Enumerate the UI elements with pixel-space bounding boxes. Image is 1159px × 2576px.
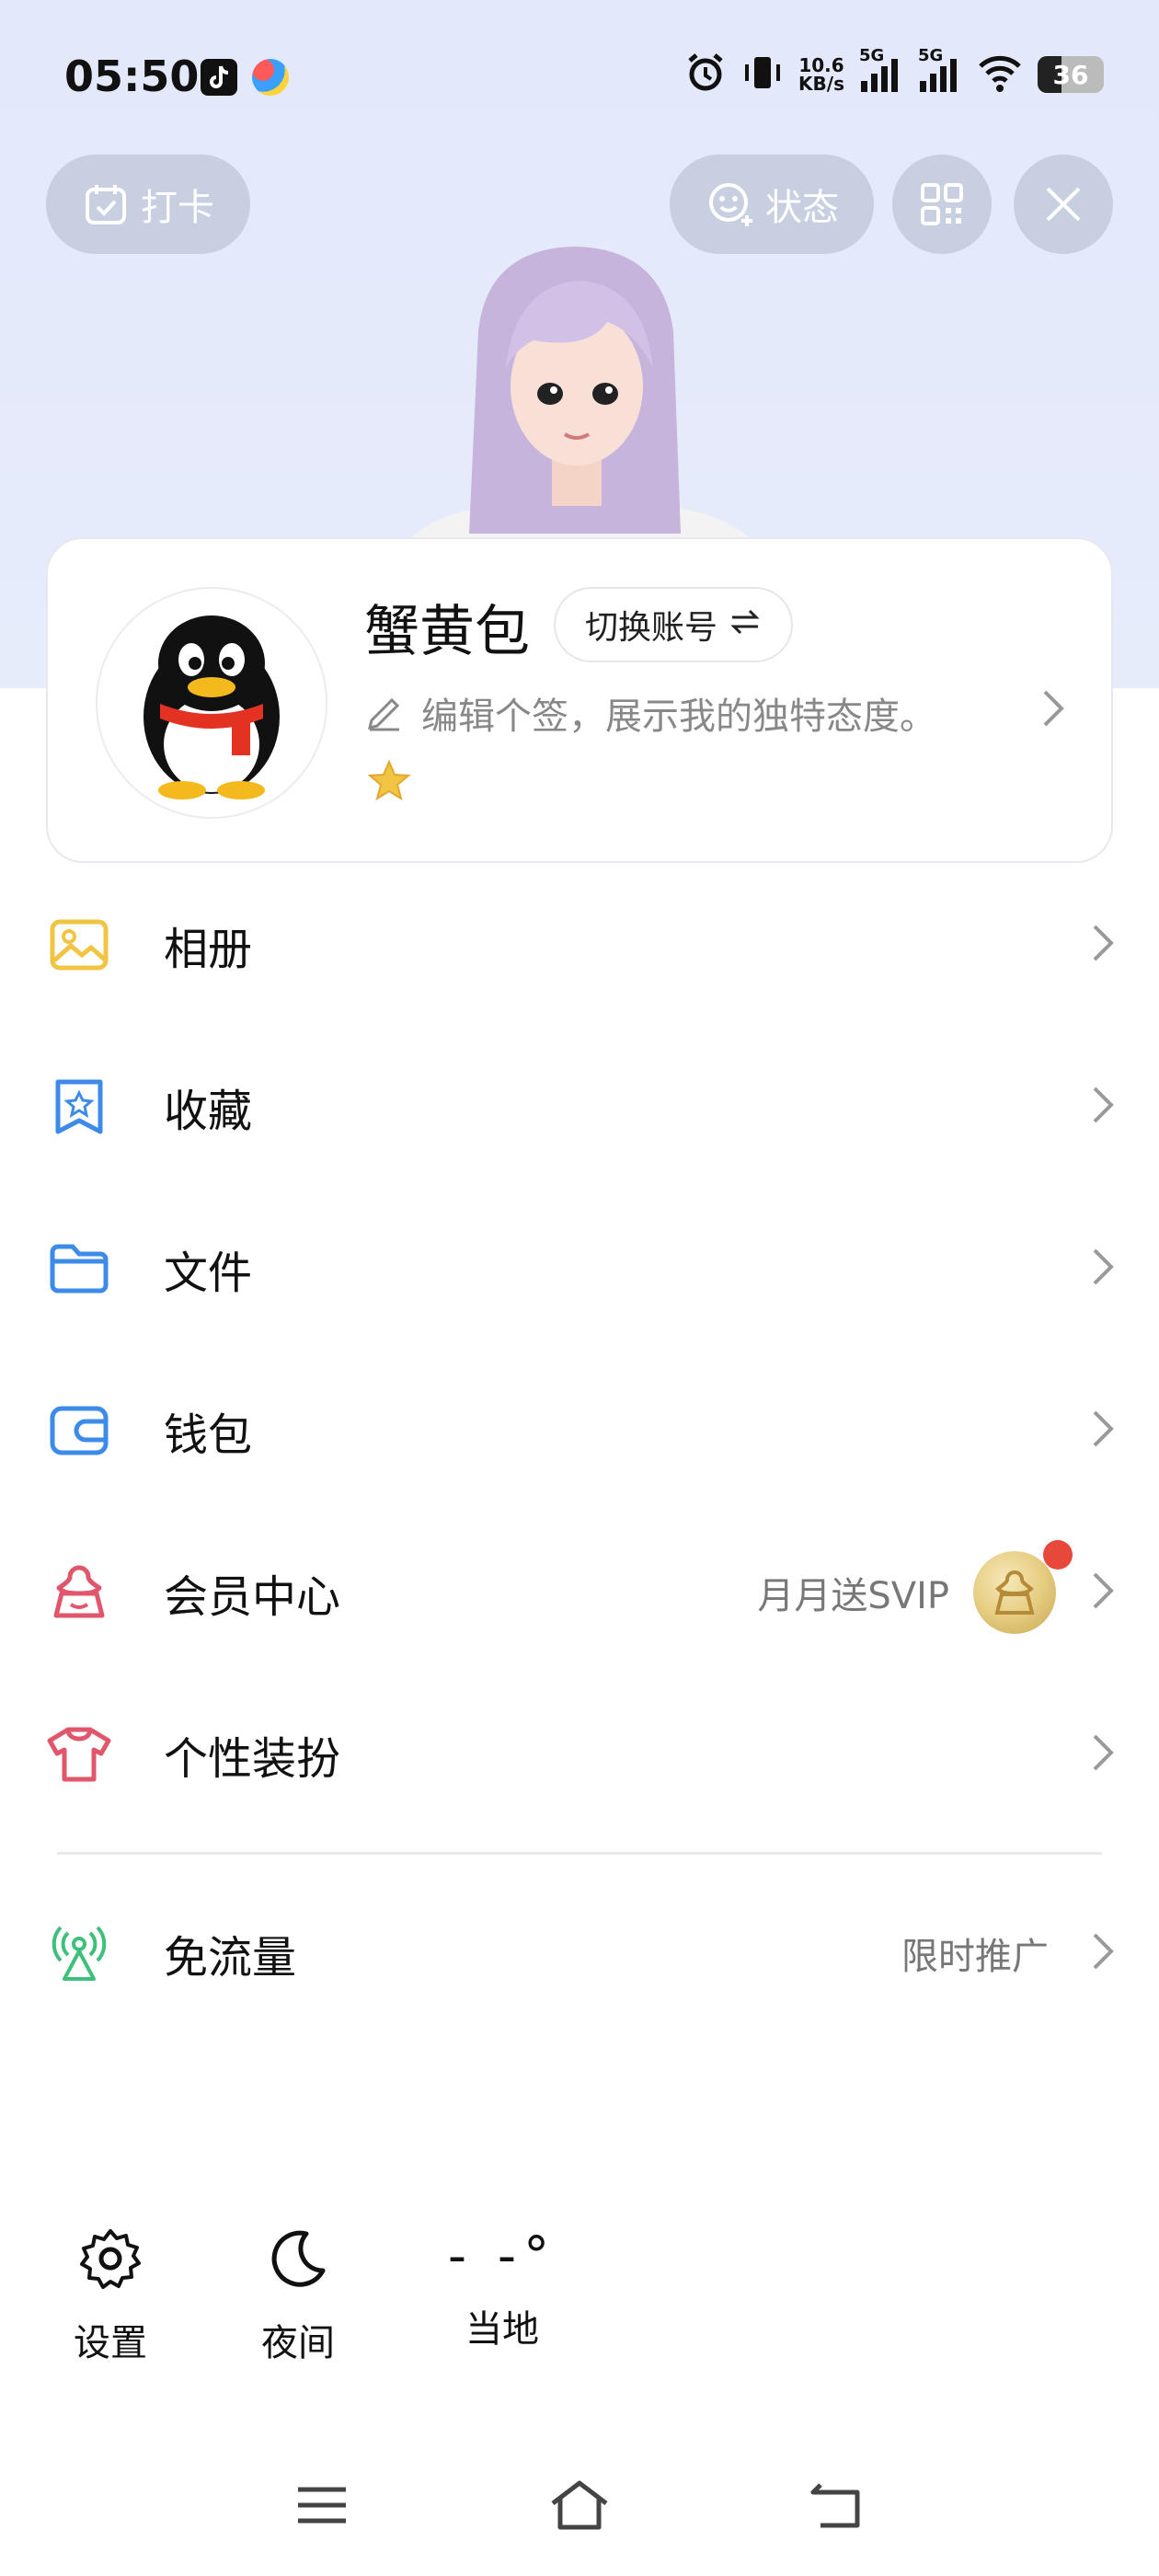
menu-item-personalization[interactable]: 个性装扮	[0, 1695, 1159, 1814]
chevron-right-icon	[1091, 1085, 1115, 1129]
settings-button[interactable]: 设置	[37, 2226, 184, 2366]
star-badge-icon[interactable]	[366, 758, 412, 808]
calendar-check-icon	[82, 180, 130, 228]
alarm-icon	[684, 52, 727, 98]
close-button[interactable]	[1014, 155, 1113, 254]
profile-card[interactable]: 蟹黄包 切换账号 编辑个签，展示我的独特态度。	[46, 537, 1113, 863]
night-mode-label: 夜间	[261, 2322, 335, 2364]
chevron-right-icon	[1091, 923, 1115, 967]
3d-avatar-figure[interactable]	[386, 230, 773, 543]
menu-item-wallet[interactable]: 钱包	[0, 1371, 1159, 1490]
checkin-label: 打卡	[141, 187, 214, 229]
network-speed: 10.6 KB/s	[798, 56, 844, 93]
menu-item-favorites[interactable]: 收藏	[0, 1047, 1159, 1167]
home-nav-button[interactable]	[524, 2466, 635, 2548]
nickname: 蟹黄包	[364, 600, 530, 664]
menu-label-favorites: 收藏	[164, 1086, 253, 1137]
wallet-icon	[46, 1397, 112, 1464]
home-icon	[547, 2478, 612, 2536]
switch-account-button[interactable]: 切换账号	[554, 587, 794, 662]
menu-label-vip-center: 会员中心	[164, 1571, 341, 1623]
menu-item-files[interactable]: 文件	[0, 1209, 1159, 1328]
signature-edit[interactable]: 编辑个签，展示我的独特态度。	[364, 686, 936, 740]
bottom-tools: 设置 夜间 - -° 当地	[0, 2226, 644, 2383]
smiley-add-icon	[705, 178, 756, 230]
chevron-right-icon	[1091, 1409, 1115, 1453]
switch-account-label: 切换账号	[585, 609, 718, 647]
menu-divider	[57, 1852, 1102, 1855]
qq-penguin-icon	[143, 615, 280, 799]
qr-code-button[interactable]	[892, 155, 992, 254]
menu-item-vip-center[interactable]: 会员中心 月月送SVIP	[0, 1533, 1159, 1652]
menu-item-album[interactable]: 相册	[0, 885, 1159, 1005]
app-notification-icon	[252, 59, 289, 96]
weather-widget[interactable]: - -° 当地	[410, 2226, 594, 2352]
pencil-icon	[364, 691, 405, 735]
sim2-label: 5G	[918, 46, 944, 65]
tshirt-icon	[46, 1721, 112, 1788]
signal-sim2-icon: 5G	[918, 46, 962, 98]
status-label: 状态	[765, 187, 839, 229]
menu-label-album: 相册	[164, 924, 253, 975]
vibrate-icon	[741, 52, 784, 98]
checkin-button[interactable]: 打卡	[46, 155, 250, 254]
moon-icon	[266, 2226, 330, 2294]
menu-label-personalization: 个性装扮	[164, 1733, 341, 1785]
swap-arrows-icon	[729, 606, 762, 644]
avatar[interactable]	[96, 587, 327, 819]
bookmark-star-icon	[46, 1074, 112, 1140]
menu-label-wallet: 钱包	[164, 1409, 253, 1461]
status-time: 05:50	[64, 52, 200, 101]
back-nav-button[interactable]	[782, 2466, 892, 2548]
back-icon	[808, 2479, 866, 2535]
hamburger-icon	[294, 2484, 350, 2530]
chevron-right-icon	[1091, 1732, 1115, 1777]
tiktok-notification-icon	[201, 59, 237, 96]
menu-nav-button[interactable]	[267, 2466, 377, 2548]
vip-crown-icon	[46, 1559, 112, 1626]
chevron-right-icon	[1091, 1570, 1115, 1615]
settings-label: 设置	[74, 2322, 147, 2364]
gear-icon	[78, 2226, 143, 2294]
chevron-right-icon	[1091, 1931, 1115, 1975]
signal-sim1-icon: 5G	[859, 46, 903, 98]
photo-album-icon	[46, 912, 112, 978]
weather-location: 当地	[465, 2308, 539, 2351]
chevron-right-icon[interactable]	[1041, 688, 1065, 732]
chevron-right-icon	[1091, 1247, 1115, 1291]
sim1-label: 5G	[859, 46, 885, 65]
night-mode-button[interactable]: 夜间	[224, 2226, 372, 2366]
menu-item-free-data[interactable]: 免流量 限时推广	[0, 1893, 1159, 2013]
weather-temperature: - -°	[447, 2226, 557, 2286]
signal-tower-icon	[46, 1920, 112, 1986]
svip-coin-icon	[973, 1551, 1056, 1634]
battery-percent: 36	[1052, 59, 1089, 90]
status-bar: 05:50 10.6 KB/s 5G 5G 36	[0, 0, 1159, 156]
system-navigation-bar	[0, 2466, 1159, 2548]
qr-code-icon	[918, 180, 966, 228]
close-icon	[1042, 183, 1084, 225]
notification-dot	[1043, 1540, 1073, 1570]
wifi-icon	[977, 52, 1023, 98]
signature-placeholder: 编辑个签，展示我的独特态度。	[421, 696, 936, 738]
menu-label-files: 文件	[164, 1248, 253, 1299]
network-speed-unit: KB/s	[798, 73, 844, 95]
folder-icon	[46, 1236, 112, 1302]
free-data-promo-text: 限时推广	[901, 1936, 1049, 1978]
menu-label-free-data: 免流量	[164, 1932, 297, 1984]
vip-promo-text: 月月送SVIP	[757, 1575, 949, 1617]
network-speed-value: 10.6	[798, 54, 844, 76]
battery-icon: 36	[1038, 56, 1104, 93]
